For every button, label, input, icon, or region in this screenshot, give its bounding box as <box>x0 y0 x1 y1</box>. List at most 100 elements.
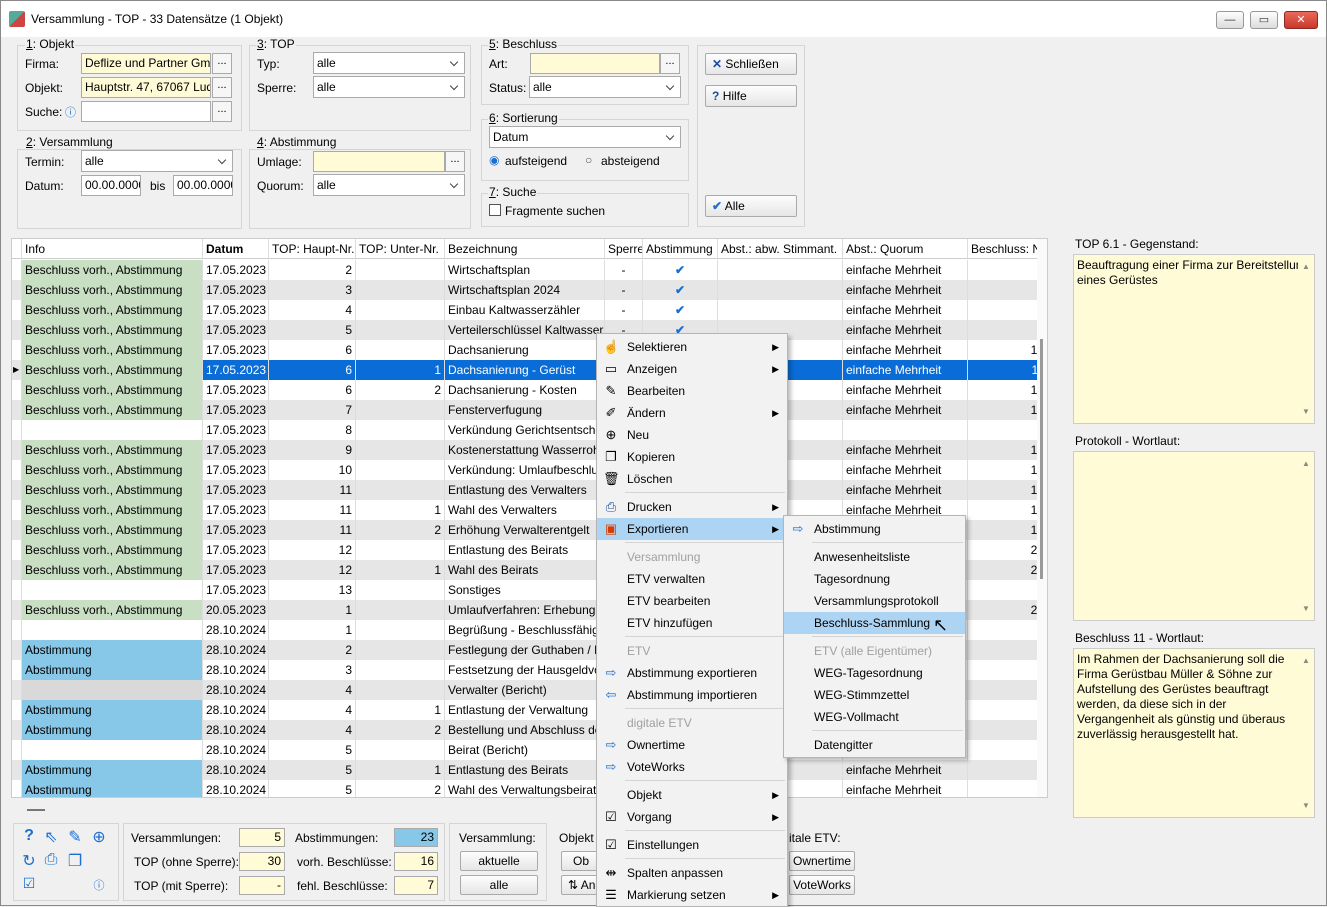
menu-anzeigen[interactable]: ▭ Anzeigen ▶ <box>597 358 787 380</box>
menu-kopieren[interactable]: ❐ Kopieren <box>597 446 787 468</box>
menu-voteworks[interactable]: ⇨ VoteWorks <box>597 756 787 778</box>
submenu-weg-tagesordnung[interactable]: WEG-Tagesordnung <box>784 662 965 684</box>
menu-objekt[interactable]: Objekt ▶ <box>597 784 787 806</box>
table-row[interactable]: Beschluss vorh., Abstimmung 17.05.2023 5 Ve… <box>12 320 1047 340</box>
table-row[interactable]: Beschluss vorh., Abstimmung 17.05.2023 2 Wi… <box>12 260 1047 280</box>
submenu-weg-stimmzettel[interactable]: WEG-Stimmzettel <box>784 684 965 706</box>
minimize-button[interactable]: — <box>1216 11 1244 29</box>
close-button[interactable]: ✕ Schließen <box>705 53 797 75</box>
gegenstand-text[interactable]: Beauftragung einer Firma zur Bereitstell… <box>1073 254 1315 424</box>
menu-spalten-anpassen[interactable]: ⇹ Spalten anpassen <box>597 862 787 884</box>
menu-vorgang[interactable]: ☑ Vorgang ▶ <box>597 806 787 828</box>
wortlaut-text[interactable]: Im Rahmen der Dachsanierung soll die Fir… <box>1073 648 1315 818</box>
menu-loeschen[interactable]: 🗑 Löschen <box>597 468 787 490</box>
column-header-2[interactable]: TOP: Haupt-Nr. <box>269 239 356 258</box>
menu-abstimmung-exportieren[interactable]: ⇨ Abstimmung exportieren <box>597 662 787 684</box>
termin-select[interactable]: alle <box>81 150 233 172</box>
all-button[interactable]: ✔ Alle <box>705 195 797 217</box>
radio-absteigend[interactable]: ○ <box>585 153 592 167</box>
column-header-0[interactable]: Info <box>22 239 203 258</box>
table-row[interactable]: Abstimmung 28.10.2024 5 1 Entlastung des Bei… <box>12 760 1047 780</box>
firma-browse-button[interactable]: ... <box>212 53 232 74</box>
column-header-6[interactable]: Abstimmung <box>643 239 718 258</box>
column-header-8[interactable]: Abst.: Quorum <box>843 239 968 258</box>
menu-drucken[interactable]: ⎙ Drucken ▶ <box>597 496 787 518</box>
fragmente-checkbox[interactable] <box>489 204 501 216</box>
art-browse-button[interactable]: ... <box>660 53 680 74</box>
checkbox-icon[interactable]: ☑ <box>19 875 39 892</box>
menu-etv-verwalten[interactable]: ETV verwalten <box>597 568 787 590</box>
table-row[interactable]: Beschluss vorh., Abstimmung 17.05.2023 6 2 D… <box>12 380 1047 400</box>
datum-to-field[interactable]: 00.00.0000 <box>173 175 233 196</box>
voteworks-button[interactable]: VoteWorks <box>789 875 855 895</box>
submenu-anwesenheitsliste[interactable]: Anwesenheitsliste <box>784 546 965 568</box>
ownertime-button[interactable]: Ownertime <box>789 851 855 871</box>
menu-markierung-setzen[interactable]: ☰ Markierung setzen ▶ <box>597 884 787 906</box>
column-header-5[interactable]: Sperre <box>605 239 643 258</box>
radio-aufsteigend[interactable]: ◉ <box>489 153 499 167</box>
help-button[interactable]: ? Hilfe <box>705 85 797 107</box>
alle-button[interactable]: alle <box>460 875 538 895</box>
menu-etv-hinzufuegen[interactable]: ETV hinzufügen <box>597 612 787 634</box>
menu-selektieren[interactable]: ☝ Selektieren ▶ <box>597 336 787 358</box>
info-icon[interactable]: ⓘ <box>65 104 76 120</box>
table-row[interactable]: Abstimmung 28.10.2024 5 2 Wahl des Verwaltun… <box>12 780 1047 797</box>
table-row[interactable]: Beschluss vorh., Abstimmung 17.05.2023 6 Da… <box>12 340 1047 360</box>
menu-aendern[interactable]: ✐ Ändern ▶ <box>597 402 787 424</box>
quorum-select[interactable]: alle <box>313 174 465 196</box>
table-row[interactable]: Beschluss vorh., Abstimmung 17.05.2023 3 Wi… <box>12 280 1047 300</box>
refresh-icon[interactable]: ↻ <box>19 851 39 871</box>
column-header-4[interactable]: Bezeichnung <box>445 239 605 258</box>
submenu-versammlungsprotokoll[interactable]: Versammlungsprotokoll <box>784 590 965 612</box>
firma-field[interactable]: Deflize und Partner GmbH <box>81 53 211 74</box>
column-header-1[interactable]: Datum <box>203 239 269 258</box>
menu-abstimmung-importieren[interactable]: ⇦ Abstimmung importieren <box>597 684 787 706</box>
umlage-field[interactable] <box>313 151 445 172</box>
sperre-select[interactable]: alle <box>313 76 465 98</box>
menu-exportieren[interactable]: ▣ Exportieren ▶ <box>597 518 787 540</box>
umlage-browse-button[interactable]: ... <box>445 151 465 172</box>
suche-browse-button[interactable]: ... <box>212 101 232 122</box>
table-row[interactable]: 17.05.2023 8 Verkündung Gerichtsentscheid <box>12 420 1047 440</box>
column-header-9[interactable]: Beschluss: Nr. <box>968 239 1047 258</box>
submenu-tagesordnung[interactable]: Tagesordnung <box>784 568 965 590</box>
table-row[interactable]: Beschluss vorh., Abstimmung 17.05.2023 10 V… <box>12 460 1047 480</box>
objekt-bottom-button[interactable]: Ob <box>561 851 601 871</box>
select-arrow-icon[interactable]: ⇖ <box>41 827 61 847</box>
office-icon[interactable]: ❐ <box>65 851 85 871</box>
maximize-button[interactable]: ▭ <box>1250 11 1278 29</box>
menu-etv-bearbeiten[interactable]: ETV bearbeiten <box>597 590 787 612</box>
datum-from-field[interactable]: 00.00.0000 <box>81 175 141 196</box>
submenu-abstimmung[interactable]: ⇨ Abstimmung <box>784 518 965 540</box>
table-row[interactable]: Beschluss vorh., Abstimmung 17.05.2023 4 Ei… <box>12 300 1047 320</box>
art-field[interactable] <box>530 53 660 74</box>
help-icon[interactable]: ? <box>19 827 39 845</box>
protokoll-text[interactable]: ▲ ▼ <box>1073 451 1315 621</box>
grid-scrollbar[interactable] <box>1037 239 1047 797</box>
suche-input[interactable] <box>81 101 211 122</box>
table-row[interactable]: Beschluss vorh., Abstimmung 17.05.2023 11 E… <box>12 480 1047 500</box>
submenu-datengitter[interactable]: Datengitter <box>784 734 965 756</box>
edit-pencil-icon[interactable]: ✎ <box>65 827 85 847</box>
aktuelle-button[interactable]: aktuelle <box>460 851 538 871</box>
add-circle-icon[interactable]: ⊕ <box>89 827 109 847</box>
menu-neu[interactable]: ⊕ Neu <box>597 424 787 446</box>
menu-ownertime[interactable]: ⇨ Ownertime <box>597 734 787 756</box>
an-bottom-button[interactable]: ⇅ An <box>561 875 601 895</box>
info-small-icon[interactable]: ⓘ <box>89 877 109 893</box>
table-row[interactable]: Beschluss vorh., Abstimmung 17.05.2023 9 Ko… <box>12 440 1047 460</box>
menu-einstellungen[interactable]: ☑ Einstellungen <box>597 834 787 856</box>
print-icon[interactable]: ⎙ <box>41 851 61 869</box>
typ-select[interactable]: alle <box>313 52 465 74</box>
table-row[interactable]: ▶ Beschluss vorh., Abstimmung 17.05.2023 6 1… <box>12 360 1047 380</box>
objekt-browse-button[interactable]: ... <box>212 77 232 98</box>
menu-bearbeiten[interactable]: ✎ Bearbeiten <box>597 380 787 402</box>
close-window-button[interactable]: ✕ <box>1284 11 1318 29</box>
grid-splitter[interactable] <box>27 809 45 811</box>
table-row[interactable]: Beschluss vorh., Abstimmung 17.05.2023 7 Fe… <box>12 400 1047 420</box>
column-header-3[interactable]: TOP: Unter-Nr. <box>356 239 445 258</box>
column-header-7[interactable]: Abst.: abw. Stimmant. <box>718 239 843 258</box>
status-select[interactable]: alle <box>529 76 681 98</box>
objekt-field[interactable]: Hauptstr. 47, 67067 Ludwigshafen <box>81 77 211 98</box>
sortierung-select[interactable]: Datum <box>489 126 681 148</box>
